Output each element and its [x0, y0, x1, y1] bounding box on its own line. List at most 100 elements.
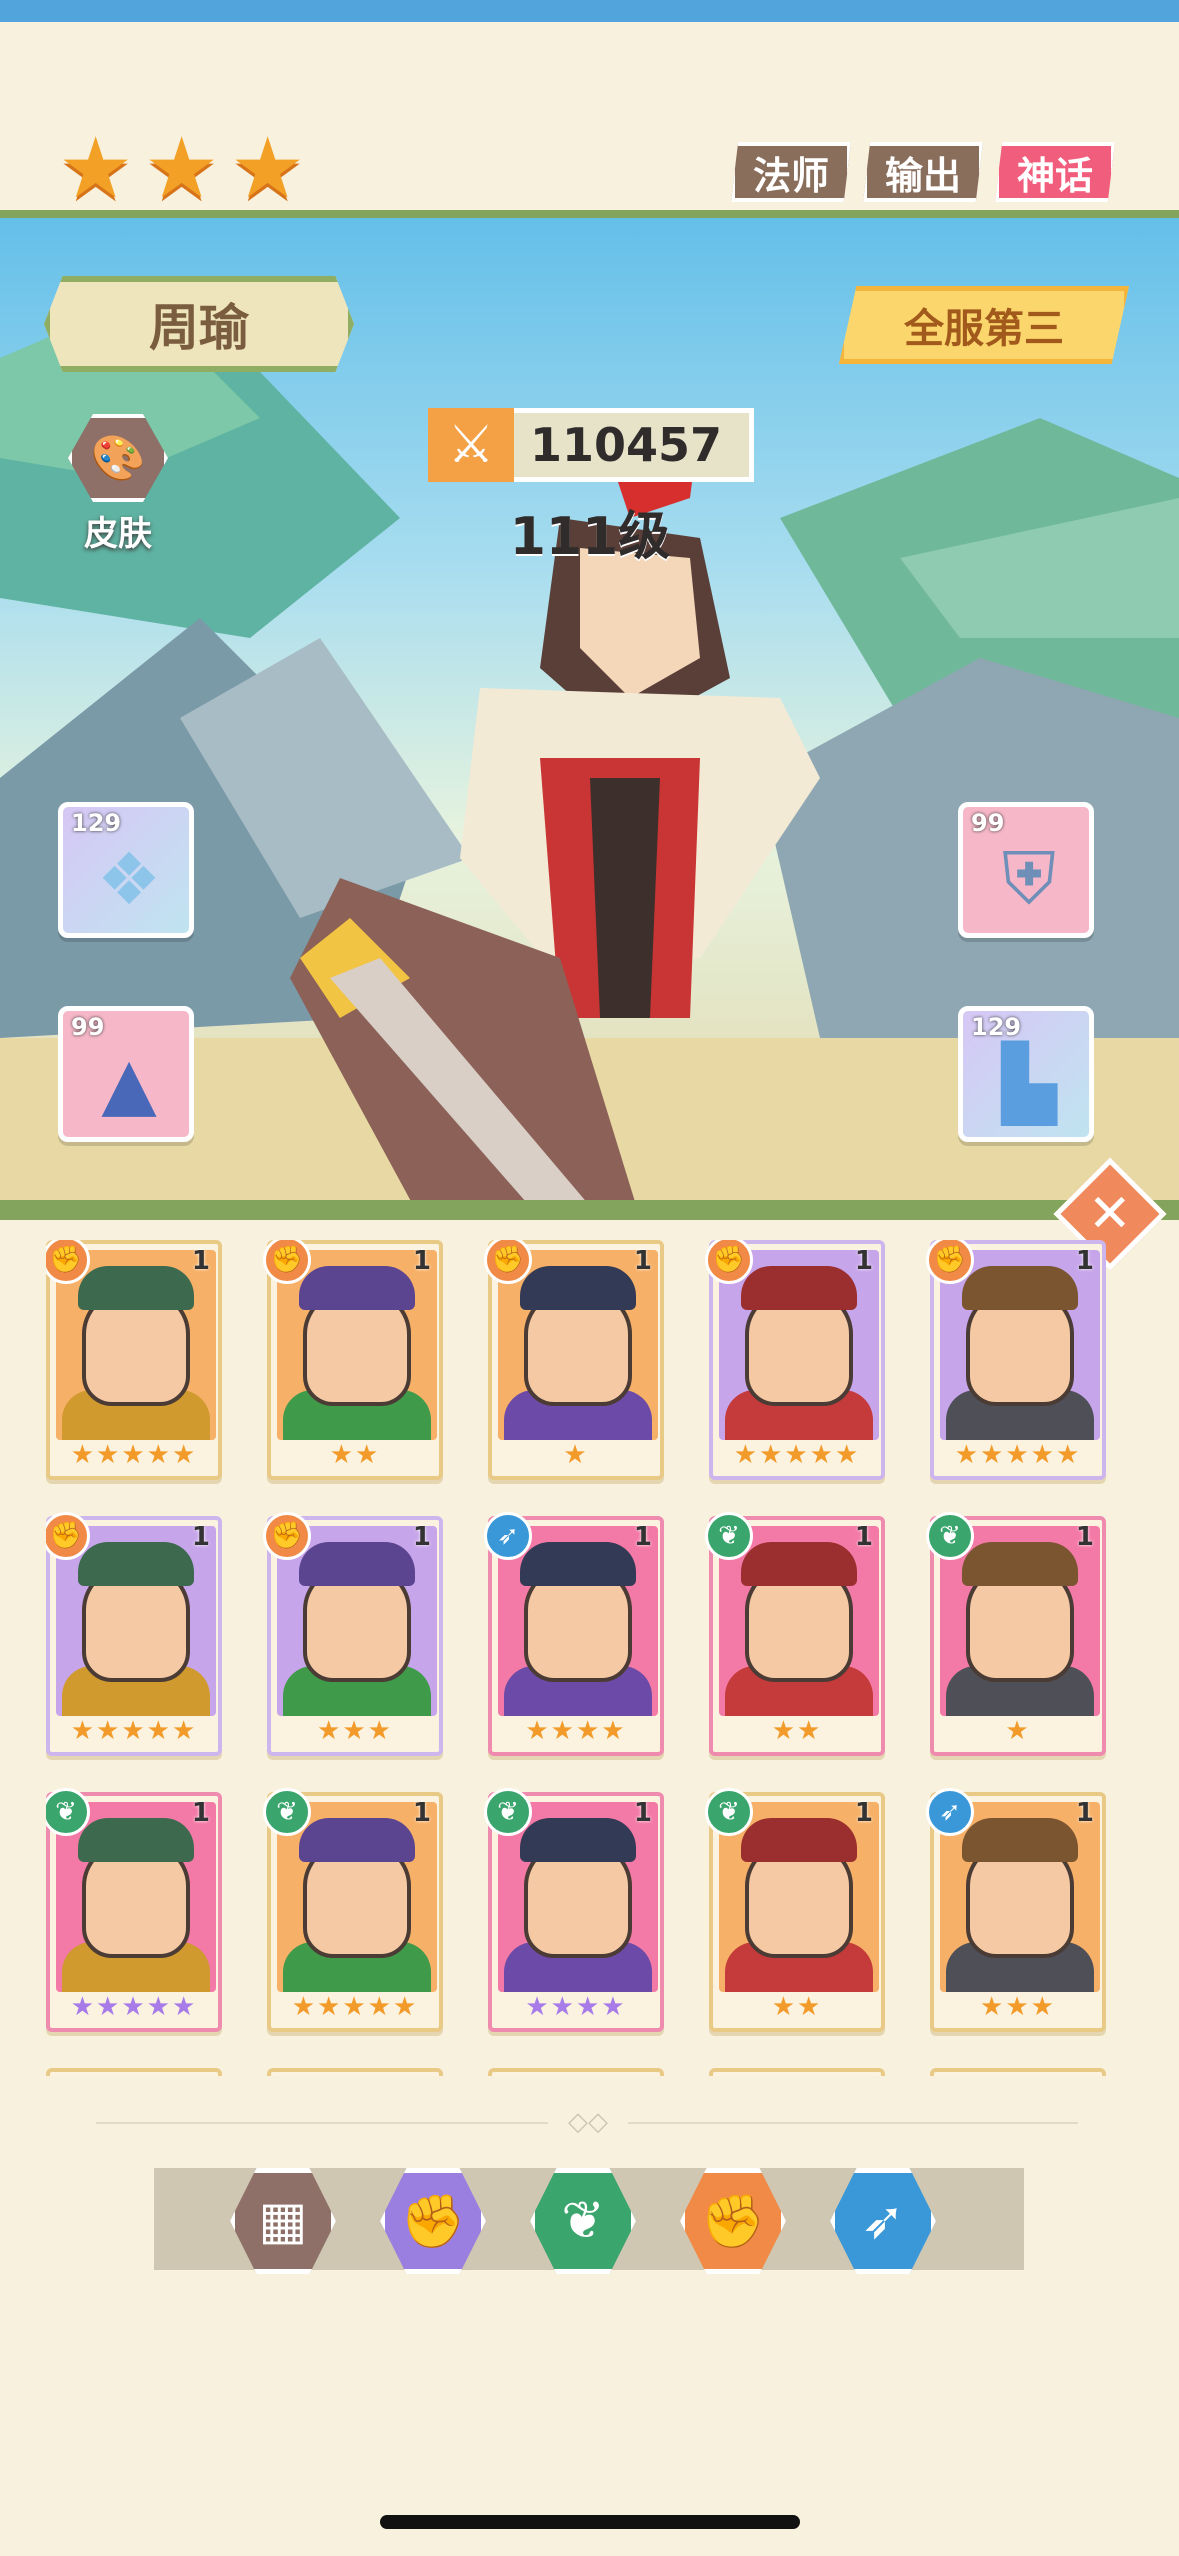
home-indicator[interactable] [380, 2515, 800, 2529]
leaf-icon: ❦ [926, 1512, 974, 1560]
portrait-hat [78, 1542, 194, 1586]
boots-icon: ▙ [1001, 1041, 1057, 1125]
hero-card-count: 1 [633, 1246, 652, 1276]
portrait-hat [299, 1818, 415, 1862]
hero-card-count: 1 [854, 1246, 873, 1276]
hat-icon: ▲ [101, 1041, 157, 1125]
hero-card-stars: ★★★ [980, 1992, 1056, 2022]
equip-slot-armor[interactable]: 99 ⛨ [958, 802, 1094, 938]
hero-card[interactable]: ❦ 1 ★★★★ [484, 1788, 664, 2032]
portrait-hat [741, 1266, 857, 1310]
hero-card[interactable]: ✊ 1 ★ [484, 1240, 664, 1480]
hero-card-partial[interactable] [267, 2068, 443, 2076]
hero-card-count: 1 [191, 1798, 210, 1828]
hero-card-count: 1 [633, 1522, 652, 1552]
portrait-hat [741, 1818, 857, 1862]
hero-card-stars: ★★★★ [525, 1992, 627, 2022]
hero-card[interactable]: ✊ 1 ★★★★★ [705, 1240, 885, 1480]
hero-card[interactable]: ✊ 1 ★★★ [263, 1512, 443, 1756]
hero-card-count: 1 [1075, 1246, 1094, 1276]
hero-card[interactable]: ✊ 1 ★★★★★ [926, 1240, 1106, 1480]
tag-class: 法师 [730, 142, 851, 202]
hero-card[interactable]: ❦ 1 ★★ [705, 1788, 885, 2032]
hero-card[interactable]: ❦ 1 ★★★★★ [263, 1788, 443, 2032]
portrait-hat [962, 1818, 1078, 1862]
skin-label: 皮肤 [84, 514, 152, 554]
hero-card-stars: ★ [563, 1440, 589, 1470]
hero-card[interactable]: ❦ 1 ★ [926, 1512, 1106, 1756]
grid-icon: ▦ [258, 2191, 308, 2251]
hero-card-stars: ★★★★★ [733, 1440, 861, 1470]
hero-card-partial[interactable] [46, 2068, 222, 2076]
hero-card-stars: ★★★★★ [70, 1716, 198, 1746]
hero-roster-grid: ✊ 1 ★★★★★ ✊ 1 ★★ ✊ 1 ★ ✊ 1 ★★★★★ ✊ 1 ★★★★★ ✊ 1 ★★★★★ ✊ 1 ★★★… [46, 1240, 1126, 2076]
hero-card-count: 1 [854, 1522, 873, 1552]
hero-card-partial[interactable] [930, 2068, 1106, 2076]
hero-card-stars: ★★★★★ [70, 1440, 198, 1470]
fist-icon: ✊ [700, 2191, 766, 2252]
skin-button[interactable]: 🎨 皮肤 [66, 414, 170, 555]
hero-card-stars: ★★★★★ [954, 1440, 1082, 1470]
combat-power-value: 110457 [530, 418, 723, 472]
leaf-icon: ❦ [484, 1788, 532, 1836]
portrait-hat [299, 1266, 415, 1310]
hero-card-stars: ★★ [771, 1992, 823, 2022]
hero-card-count: 1 [191, 1246, 210, 1276]
hero-card-partial[interactable] [488, 2068, 664, 2076]
hero-card-count: 1 [191, 1522, 210, 1552]
hero-card[interactable]: ➶ 1 ★★★★ [484, 1512, 664, 1756]
palette-icon: 🎨 [68, 414, 168, 502]
tag-role: 输出 [862, 142, 983, 202]
crossed-swords-icon: ⚔ [428, 408, 514, 482]
hero-card[interactable]: ✊ 1 ★★ [263, 1240, 443, 1480]
scene-bottom-rail [0, 1200, 1179, 1220]
leaf-icon: ❦ [561, 2191, 605, 2251]
leaf-icon: ❦ [263, 1788, 311, 1836]
portrait-hat [962, 1542, 1078, 1586]
hero-card[interactable]: ✊ 1 ★★★★★ [46, 1512, 222, 1756]
equip-slot-weapon[interactable]: 129 ❖ [58, 802, 194, 938]
portrait-hat [78, 1818, 194, 1862]
hero-name: 周瑜 [149, 299, 249, 357]
hero-card-count: 1 [412, 1798, 431, 1828]
portrait-hat [520, 1266, 636, 1310]
close-icon: ✕ [1088, 1183, 1132, 1244]
hero-card-stars: ★★ [771, 1716, 823, 1746]
hero-card[interactable]: ✊ 1 ★★★★★ [46, 1240, 222, 1480]
hero-card-stars: ★★★★ [525, 1716, 627, 1746]
star-icon: ★ [230, 119, 306, 217]
bow-icon: ➶ [861, 2191, 905, 2251]
equip-slot-helmet[interactable]: 99 ▲ [58, 1006, 194, 1142]
hero-card[interactable]: ❦ 1 ★★ [705, 1512, 885, 1756]
hero-card-count: 1 [633, 1798, 652, 1828]
hero-card-stars: ★★★★★ [70, 1992, 198, 2022]
status-bar-accent [0, 0, 1179, 22]
hero-card[interactable]: ➶ 1 ★★★ [926, 1788, 1106, 2032]
bow-icon: ➶ [484, 1512, 532, 1560]
server-rank-label: 全服第三 [904, 306, 1064, 352]
portrait-hat [962, 1266, 1078, 1310]
crystal-fan-icon: ❖ [96, 837, 162, 921]
flame-icon: ✊ [400, 2191, 466, 2252]
combat-power: ⚔ 110457 [428, 408, 754, 482]
armor-icon: ⛨ [1001, 836, 1056, 920]
equip-slot-boots[interactable]: 129 ▙ [958, 1006, 1094, 1142]
hero-name-board: 周瑜 [44, 276, 354, 372]
fist-icon: ✊ [263, 1512, 311, 1560]
portrait-hat [520, 1542, 636, 1586]
tag-rarity: 神话 [994, 142, 1115, 202]
bow-icon: ➶ [926, 1788, 974, 1836]
server-rank-badge[interactable]: 全服第三 [839, 286, 1129, 364]
hero-card-stars: ★ [1005, 1716, 1031, 1746]
hero-card-stars: ★★★★★ [291, 1992, 419, 2022]
hero-tags: 法师 输出 神话 [730, 142, 1115, 202]
divider-ornament-icon: ◇◇ [548, 2108, 628, 2136]
portrait-hat [741, 1542, 857, 1586]
hero-card[interactable]: ❦ 1 ★★★★★ [46, 1788, 222, 2032]
hero-card-count: 1 [1075, 1522, 1094, 1552]
hero-card-partial[interactable] [709, 2068, 885, 2076]
portrait-hat [299, 1542, 415, 1586]
hero-detail-screen: { "hero": { "name": "周瑜", "server_rank":… [0, 0, 1179, 2556]
hero-card-count: 1 [854, 1798, 873, 1828]
hero-card-count: 1 [412, 1522, 431, 1552]
